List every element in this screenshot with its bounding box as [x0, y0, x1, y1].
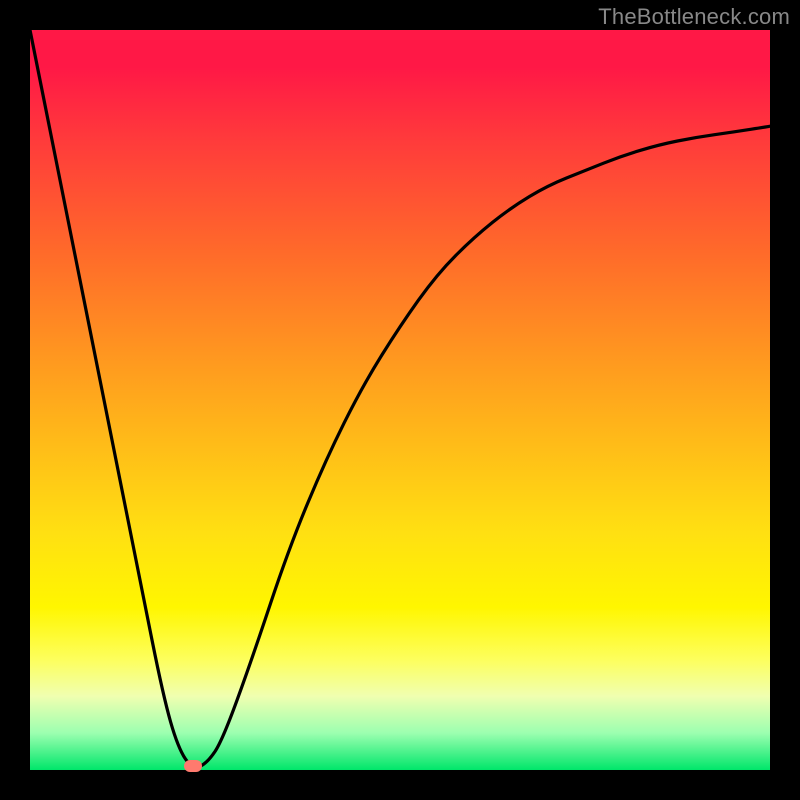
plot-area	[30, 30, 770, 770]
min-marker	[184, 760, 202, 772]
watermark-text: TheBottleneck.com	[598, 4, 790, 30]
bottleneck-curve	[30, 30, 770, 770]
chart-frame: TheBottleneck.com	[0, 0, 800, 800]
